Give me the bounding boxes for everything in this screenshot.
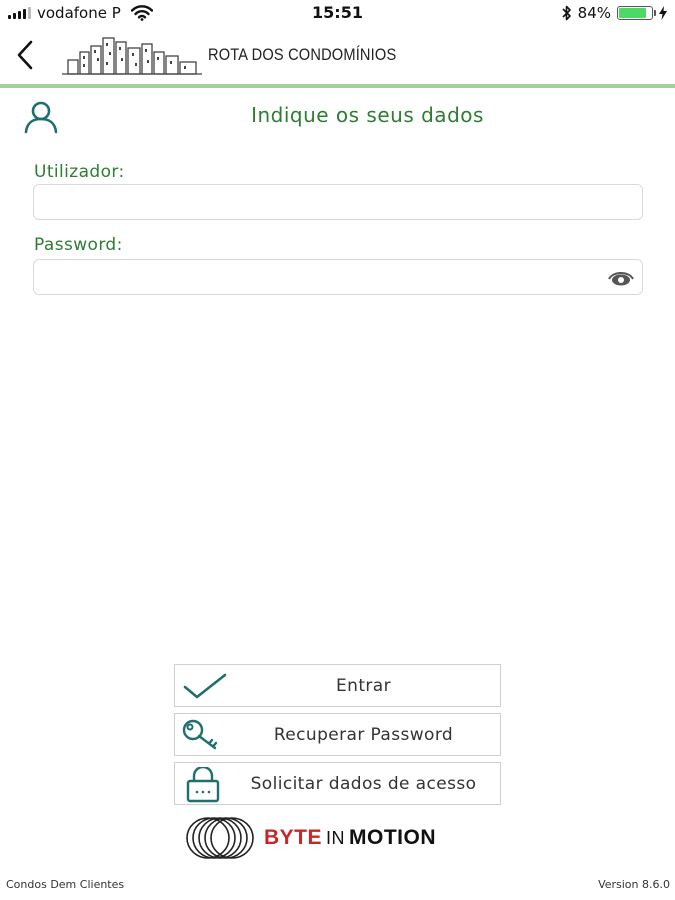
eye-icon[interactable] [608, 269, 634, 287]
byte-in-motion-text: BYTE IN MOTION [264, 826, 436, 850]
version-label: Version 8.6.0 [598, 878, 670, 891]
brand-title: ROTA DOS CONDOMÍNIOS [208, 45, 397, 64]
recover-password-label: Recuperar Password [273, 724, 454, 745]
password-input[interactable] [34, 260, 642, 294]
nav-bar: ROTA DOS CONDOMÍNIOS [0, 26, 675, 88]
login-button[interactable]: Entrar [174, 664, 501, 707]
request-access-button[interactable]: Solicitar dados de acesso [174, 762, 501, 805]
password-field-wrapper [33, 259, 643, 295]
lightning-icon [659, 6, 667, 20]
status-right: 84% [562, 4, 667, 22]
brand-in: IN [326, 828, 346, 848]
checkmark-icon [183, 673, 227, 699]
byte-in-motion-logo: BYTE IN MOTION [184, 816, 436, 860]
bluetooth-icon [562, 5, 571, 21]
lock-icon [186, 767, 220, 803]
signal-icon [8, 7, 31, 19]
key-icon [182, 719, 218, 750]
page-title: Indique os seus dados [251, 103, 484, 127]
chevron-left-icon[interactable] [12, 38, 42, 72]
brand-motion: MOTION [349, 826, 437, 849]
carrier-name: vodafone P [37, 4, 121, 22]
status-bar: vodafone P 15:51 84% [0, 0, 675, 26]
recover-password-button[interactable]: Recuperar Password [174, 713, 501, 756]
username-field-wrapper [33, 184, 643, 220]
username-input[interactable] [34, 185, 642, 219]
battery-icon [617, 6, 656, 20]
wifi-icon [130, 5, 153, 21]
status-left: vodafone P [8, 4, 153, 22]
brand-byte: BYTE [264, 826, 323, 849]
username-label: Utilizador: [34, 162, 125, 182]
request-access-label: Solicitar dados de acesso [250, 773, 477, 794]
password-label: Password: [34, 235, 123, 255]
battery-percent: 84% [577, 4, 611, 22]
city-skyline-logo [62, 37, 202, 75]
rings-icon [186, 817, 254, 859]
battery-fill [619, 8, 646, 18]
footer-app-name: Condos Dem Clientes [6, 878, 125, 891]
login-button-label: Entrar [336, 675, 391, 696]
